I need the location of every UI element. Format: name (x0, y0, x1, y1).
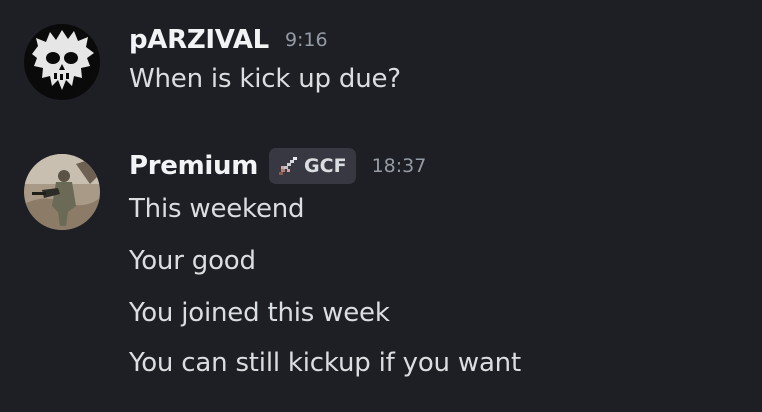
timestamp[interactable]: 9:16 (285, 29, 328, 51)
soldier-photo-avatar[interactable] (24, 154, 100, 230)
guild-tag-label: GCF (304, 155, 347, 177)
message-text: This weekend (129, 194, 305, 224)
message-text: You joined this week (129, 298, 390, 328)
message-text: You can still kickup if you want (129, 348, 521, 378)
message-header: Premium GCF 18:37 (129, 146, 426, 186)
timestamp[interactable]: 18:37 (372, 155, 427, 177)
guild-tag-badge[interactable]: GCF (269, 148, 356, 184)
skull-avatar-icon[interactable] (24, 24, 100, 100)
username[interactable]: Premium (129, 151, 258, 181)
message-header: pARZIVAL 9:16 (129, 20, 328, 60)
username[interactable]: pARZIVAL (129, 25, 269, 55)
message-text: Your good (129, 246, 256, 276)
sword-icon (279, 157, 298, 175)
chat-message-list: pARZIVAL 9:16 When is kick up due? Premi… (0, 0, 762, 412)
message-text: When is kick up due? (129, 64, 401, 94)
